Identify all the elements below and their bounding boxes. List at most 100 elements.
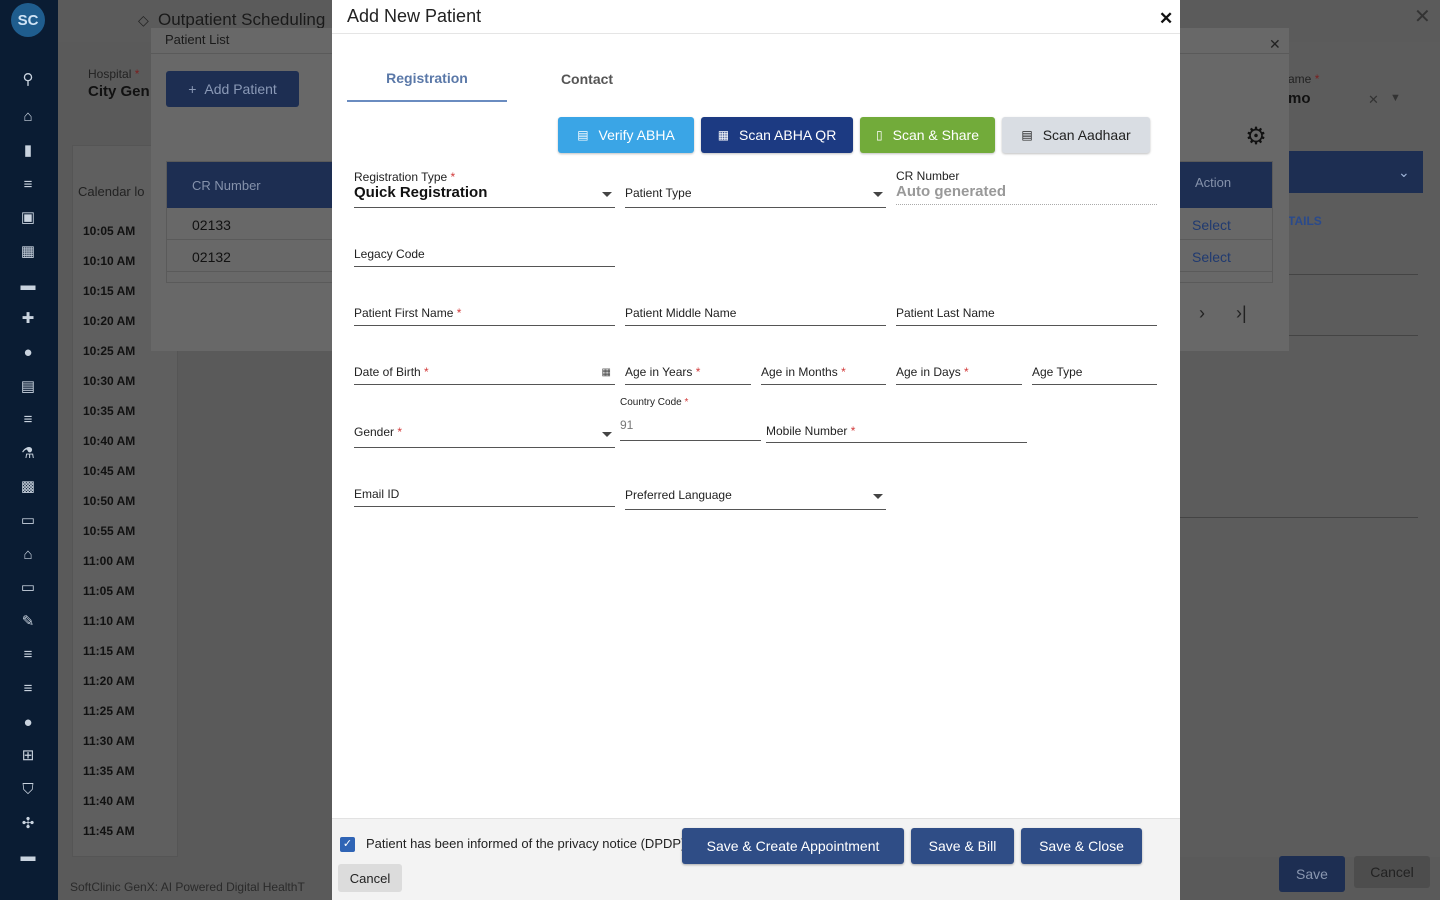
medical-plus-icon[interactable]: ✚ — [19, 311, 37, 327]
last-page-icon[interactable]: ›| — [1236, 303, 1247, 324]
preferred-language-select[interactable]: Preferred Language — [625, 484, 886, 510]
tab-registration[interactable]: Registration — [347, 66, 507, 102]
time-slot[interactable]: 10:40 AM — [83, 434, 135, 448]
right-panel-value[interactable]: mo — [1288, 90, 1311, 107]
field-label: Country Code * — [620, 397, 689, 408]
middle-name-input[interactable]: Patient Middle Name — [625, 303, 886, 326]
bag-icon[interactable]: ▣ — [19, 210, 37, 226]
calendar-icon[interactable]: ▦ — [19, 244, 37, 260]
notes-textarea[interactable] — [1180, 342, 1418, 518]
save-bill-button[interactable]: Save & Bill — [911, 828, 1014, 864]
field-label: Date of Birth * — [354, 365, 429, 379]
time-slot[interactable]: 10:05 AM — [83, 224, 135, 238]
age-days-input[interactable]: Age in Days * — [896, 362, 1022, 385]
settings-network-icon[interactable]: ✣ — [19, 816, 37, 832]
time-slot[interactable]: 11:10 AM — [83, 614, 135, 628]
time-slot[interactable]: 11:25 AM — [83, 704, 135, 718]
right-panel-label: ame * — [1288, 72, 1320, 86]
search-icon[interactable]: ⚲ — [19, 72, 37, 88]
shield-icon[interactable]: ⛉ — [19, 782, 37, 798]
time-slot[interactable]: 10:45 AM — [83, 464, 135, 478]
chevron-down-icon[interactable]: ⌄ — [1398, 164, 1410, 181]
tools-icon[interactable]: ✎ — [19, 614, 37, 630]
field-label: Email ID — [354, 487, 400, 501]
tab-contact[interactable]: Contact — [507, 66, 667, 102]
time-slot[interactable]: 11:15 AM — [83, 644, 135, 658]
date-of-birth-input[interactable]: Date of Birth * ▦ — [354, 362, 615, 385]
time-slot[interactable]: 10:55 AM — [83, 524, 135, 538]
folder-icon[interactable]: ▬ — [19, 849, 37, 865]
menu-icon[interactable]: ≡ — [19, 412, 37, 428]
time-slot[interactable]: 11:05 AM — [83, 584, 135, 598]
time-slot[interactable]: 11:35 AM — [83, 764, 135, 778]
calendar-label: Calendar lo — [78, 184, 145, 199]
add-patient-button[interactable]: + Add Patient — [166, 71, 299, 107]
time-slot[interactable]: 11:30 AM — [83, 734, 135, 748]
time-slot[interactable]: 10:10 AM — [83, 254, 135, 268]
gear-icon[interactable]: ⚙ — [1238, 118, 1274, 154]
close-icon[interactable]: ✕ — [1414, 4, 1431, 29]
user-icon[interactable]: ● — [19, 345, 37, 361]
qr-code-icon: ▦ — [717, 128, 730, 142]
registration-type-select[interactable]: Registration Type * Quick Registration — [354, 168, 615, 208]
book-icon[interactable]: ▭ — [19, 513, 37, 529]
cr-number-field: CR Number Auto generated — [896, 168, 1157, 205]
cancel-button[interactable]: Cancel — [338, 864, 402, 892]
hospital-value[interactable]: City Gen — [88, 83, 150, 100]
select-link[interactable]: Select — [1192, 249, 1231, 265]
email-input[interactable]: Email ID — [354, 484, 615, 507]
time-slot[interactable]: 10:35 AM — [83, 404, 135, 418]
save-button[interactable]: Save — [1279, 856, 1345, 892]
age-years-input[interactable]: Age in Years * — [625, 362, 751, 385]
document-icon[interactable]: ▤ — [19, 379, 37, 395]
calendar-icon[interactable]: ▦ — [602, 367, 611, 378]
home-icon[interactable]: ⌂ — [19, 109, 37, 125]
scan-abha-qr-button[interactable]: ▦ Scan ABHA QR — [701, 117, 853, 153]
next-page-icon[interactable]: › — [1199, 303, 1205, 324]
cr-cell: 02132 — [192, 249, 231, 265]
scan-aadhaar-button[interactable]: ▤ Scan Aadhaar — [1002, 117, 1150, 153]
time-slot[interactable]: 11:40 AM — [83, 794, 135, 808]
mobile-number-input[interactable]: Mobile Number * — [766, 420, 1027, 443]
chevron-down-icon[interactable]: ▼ — [1390, 92, 1401, 104]
add-box-icon[interactable]: ⊞ — [19, 748, 37, 764]
close-icon[interactable]: ✕ — [1269, 36, 1281, 53]
time-slot[interactable]: 11:45 AM — [83, 824, 135, 838]
save-close-button[interactable]: Save & Close — [1021, 828, 1142, 864]
time-slot[interactable]: 10:15 AM — [83, 284, 135, 298]
bed-icon[interactable]: ▬ — [19, 278, 37, 294]
time-slot[interactable]: 10:50 AM — [83, 494, 135, 508]
last-name-input[interactable]: Patient Last Name — [896, 303, 1157, 326]
time-slot[interactable]: 11:00 AM — [83, 554, 135, 568]
menu-icon-3[interactable]: ≡ — [19, 681, 37, 697]
gender-select[interactable]: Gender * — [354, 420, 615, 448]
age-type-input[interactable]: Age Type — [1032, 362, 1157, 385]
age-months-input[interactable]: Age in Months * — [761, 362, 886, 385]
first-name-input[interactable]: Patient First Name * — [354, 303, 615, 326]
time-slot[interactable]: 11:20 AM — [83, 674, 135, 688]
chart-icon[interactable]: ▮ — [19, 143, 37, 159]
time-slot[interactable]: 10:20 AM — [83, 314, 135, 328]
building-icon[interactable]: ⌂ — [19, 547, 37, 563]
time-slot[interactable]: 10:30 AM — [83, 374, 135, 388]
cancel-button[interactable]: Cancel — [1354, 856, 1430, 888]
medicine-icon[interactable]: ▩ — [19, 479, 37, 495]
devices-icon[interactable]: ▭ — [19, 580, 37, 596]
plus-icon: + — [188, 81, 197, 97]
close-icon[interactable]: ✕ — [1159, 9, 1173, 29]
modal-title: Add New Patient — [347, 6, 482, 26]
lab-icon[interactable]: ⚗ — [19, 446, 37, 462]
save-create-appointment-button[interactable]: Save & Create Appointment — [682, 828, 904, 864]
list-icon[interactable]: ≡ — [19, 177, 37, 193]
verify-abha-button[interactable]: ▤ Verify ABHA — [558, 117, 694, 153]
menu-icon-2[interactable]: ≡ — [19, 647, 37, 663]
legacy-code-input[interactable]: Legacy Code — [354, 244, 615, 267]
select-link[interactable]: Select — [1192, 217, 1231, 233]
time-slot[interactable]: 10:25 AM — [83, 344, 135, 358]
privacy-checkbox[interactable]: ✓ — [340, 837, 355, 852]
patient-type-select[interactable]: Patient Type — [625, 168, 886, 208]
country-code-input[interactable]: Country Code * 91 — [620, 396, 761, 441]
clear-icon[interactable]: ✕ — [1368, 92, 1379, 108]
scan-share-button[interactable]: ▯ Scan & Share — [860, 117, 995, 153]
drop-icon[interactable]: ● — [19, 715, 37, 731]
